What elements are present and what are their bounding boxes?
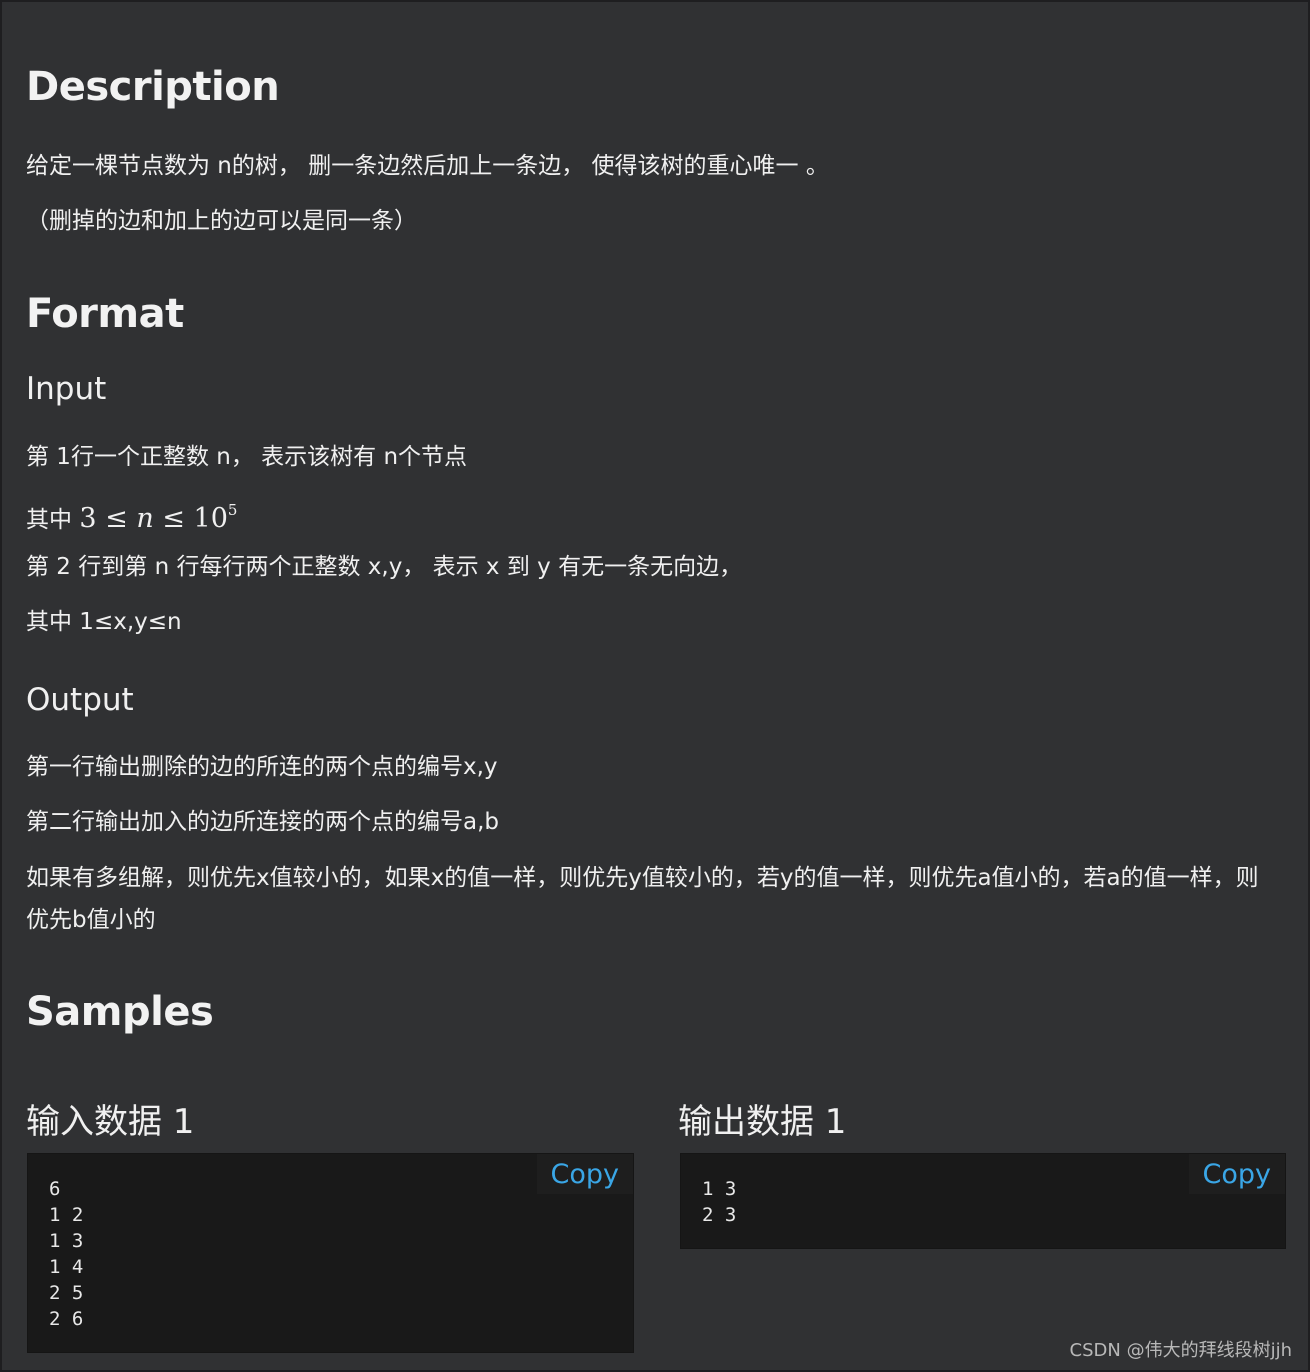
format-heading: Format [26,291,184,337]
output-line-1: 第一行输出删除的边的所连的两个点的编号x,y [26,754,498,780]
math-low: 3 [79,503,97,534]
sample-input-title: 输入数据 1 [26,1102,195,1142]
input-line-3: 第 2 行到第 n 行每行两个正整数 x,y， 表示 x 到 y 有无一条无向边… [26,554,743,580]
description-line-1: 给定一棵节点数为 n的树， 删一条边然后加上一条边， 使得该树的重心唯一 。 [26,153,829,179]
samples-heading: Samples [26,989,214,1035]
description-heading: Description [26,64,280,110]
problem-page: Description 给定一棵节点数为 n的树， 删一条边然后加上一条边， 使… [0,0,1310,1372]
input-constraint-math: 其中 3 ≤ n ≤ 105 [26,492,237,538]
math-le-1: ≤ [105,503,128,534]
description-line-2: （删掉的边和加上的边可以是同一条） [26,208,417,234]
math-le-2: ≤ [162,503,185,534]
input-line-4: 其中 1≤x,y≤n [26,609,182,635]
output-line-3: 如果有多组解，则优先x值较小的，如果x的值一样，则优先y值较小的，若y的值一样，… [26,865,1259,933]
input-constraint-prefix: 其中 [26,507,80,533]
copy-input-button[interactable]: Copy [536,1154,633,1194]
output-heading: Output [26,682,134,718]
csdn-watermark: CSDN @伟大的拜线段树jjh [1069,1340,1292,1361]
math-exp: 5 [227,501,238,519]
sample-output-title: 输出数据 1 [678,1102,847,1142]
input-line-1: 第 1行一个正整数 n， 表示该树有 n个节点 [26,444,468,470]
input-heading: Input [26,371,107,407]
math-formula: 3 ≤ n ≤ 105 [79,501,238,534]
sample-input-box[interactable]: Copy 6 1 2 1 3 1 4 2 5 2 6 [27,1153,634,1353]
math-base: 10 [193,503,228,534]
math-var: n [136,503,154,534]
copy-output-button[interactable]: Copy [1188,1154,1285,1194]
output-line-2: 第二行输出加入的边所连接的两个点的编号a,b [26,809,500,835]
sample-output-box[interactable]: Copy 1 3 2 3 [680,1153,1286,1249]
